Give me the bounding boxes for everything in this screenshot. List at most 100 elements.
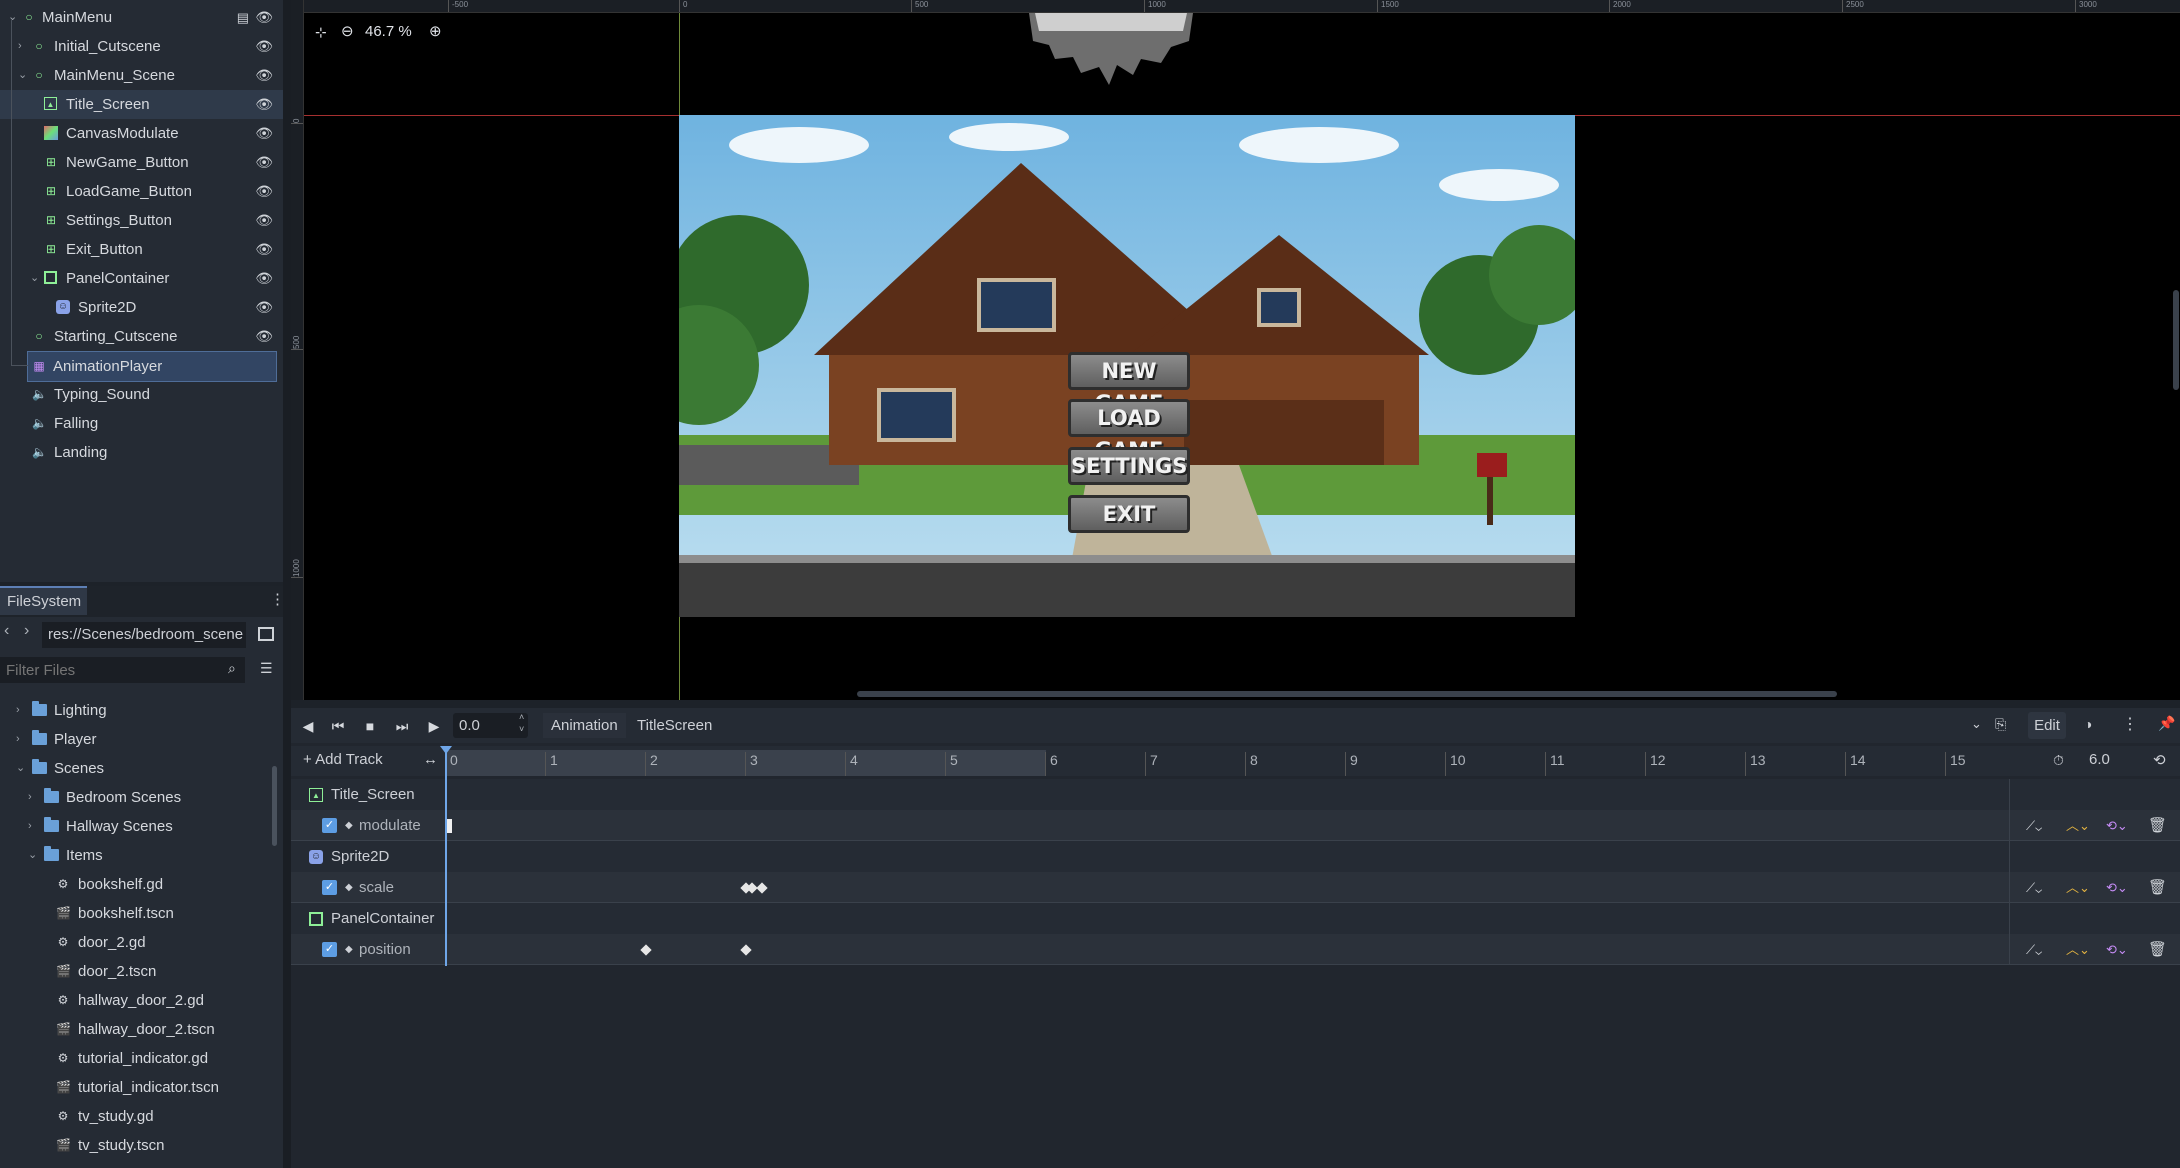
tree-item-typing-sound[interactable]: 🔈 Typing_Sound bbox=[0, 380, 283, 409]
tree-item-settings-button[interactable]: ⊞ Settings_Button 👁 bbox=[0, 206, 283, 235]
track-enabled-checkbox[interactable]: ✓ bbox=[322, 880, 337, 895]
loop-wrap-icon[interactable]: ⟲⌄ bbox=[2106, 810, 2128, 841]
sort-icon[interactable]: ☰ bbox=[260, 660, 273, 677]
interpolation-icon[interactable]: ⟋⌄ bbox=[2026, 810, 2042, 841]
panel-splitter[interactable] bbox=[283, 0, 291, 1168]
forward-arrow-icon[interactable]: › bbox=[24, 622, 29, 640]
tree-item-panel-container[interactable]: ⌄ PanelContainer 👁 bbox=[0, 264, 283, 293]
tree-item-loadgame-button[interactable]: ⊞ LoadGame_Button 👁 bbox=[0, 177, 283, 206]
fs-folder-scenes[interactable]: ⌄ Scenes bbox=[0, 754, 270, 783]
visibility-eye-icon[interactable]: 👁 bbox=[255, 293, 273, 322]
new-game-button[interactable]: NEW GAME bbox=[1068, 352, 1190, 415]
zoom-out-icon[interactable]: ⊖ bbox=[341, 18, 354, 46]
split-view-icon[interactable] bbox=[258, 627, 274, 641]
track-group-title-screen[interactable]: ▲ Title_Screen bbox=[291, 779, 2180, 810]
edit-button[interactable]: Edit bbox=[2028, 712, 2066, 739]
fs-folder-bedroom-scenes[interactable]: › Bedroom Scenes bbox=[0, 783, 270, 812]
fs-folder-lighting[interactable]: › Lighting bbox=[0, 696, 270, 725]
visibility-eye-icon[interactable]: 👁 bbox=[255, 177, 273, 206]
tree-item-mainmenu[interactable]: ⌄ ○ MainMenu ▤ 👁 bbox=[0, 3, 283, 32]
kebab-menu-icon[interactable]: ⋮ bbox=[270, 590, 285, 608]
tree-item-canvas-modulate[interactable]: CanvasModulate 👁 bbox=[0, 119, 283, 148]
chevron-right-icon[interactable]: › bbox=[18, 32, 22, 61]
tree-item-falling[interactable]: 🔈 Falling bbox=[0, 409, 283, 438]
script-icon[interactable]: ▤ bbox=[237, 3, 249, 32]
viewport-scrollbar-vertical[interactable] bbox=[2173, 290, 2179, 390]
play-backwards-icon[interactable]: ◀ bbox=[297, 715, 319, 737]
autoplay-icon[interactable]: ⎘ bbox=[1995, 716, 2006, 733]
keyframe[interactable] bbox=[640, 944, 652, 956]
interpolation-icon[interactable]: ⟋⌄ bbox=[2026, 934, 2042, 965]
fs-file[interactable]: ⚙ tutorial_indicator.gd bbox=[0, 1044, 270, 1073]
back-arrow-icon[interactable]: ‹ bbox=[4, 622, 9, 640]
play-backwards-from-end-icon[interactable]: ⏮ bbox=[327, 715, 349, 737]
fs-folder-player[interactable]: › Player bbox=[0, 725, 270, 754]
fs-file[interactable]: 🎬 tv_study.tscn bbox=[0, 1131, 270, 1160]
fs-file[interactable]: ⚙ hallway_door_2.gd bbox=[0, 986, 270, 1015]
update-mode-icon[interactable]: ︿⌄ bbox=[2066, 810, 2090, 841]
animation-length-field[interactable]: 6.0 bbox=[2089, 751, 2110, 768]
timeline-ruler[interactable]: 0 1 2 3 4 5 6 7 8 9 10 11 12 13 14 15 bbox=[445, 746, 2010, 776]
visibility-eye-icon[interactable]: 👁 bbox=[255, 235, 273, 264]
tree-item-sprite2d[interactable]: ☺ Sprite2D 👁 bbox=[0, 293, 283, 322]
stop-icon[interactable]: ■ bbox=[359, 715, 381, 737]
chevron-right-icon[interactable]: › bbox=[28, 783, 32, 812]
chevron-down-icon[interactable]: ⌄ bbox=[28, 841, 37, 870]
path-field[interactable]: res://Scenes/bedroom_scene bbox=[42, 622, 246, 648]
interpolation-icon[interactable]: ⟋⌄ bbox=[2026, 872, 2042, 903]
track-row-scale[interactable]: ✓ ◆ scale ⟋⌄ ︿⌄ ⟲⌄ 🗑 bbox=[291, 872, 2180, 903]
loop-wrap-icon[interactable]: ⟲⌄ bbox=[2106, 934, 2128, 965]
visibility-eye-icon[interactable]: 👁 bbox=[255, 119, 273, 148]
animation-menu-button[interactable]: Animation bbox=[543, 713, 626, 738]
zoom-in-icon[interactable]: ⊕ bbox=[429, 18, 442, 46]
add-track-button[interactable]: + Add Track bbox=[303, 751, 383, 768]
fs-folder-hallway-scenes[interactable]: › Hallway Scenes bbox=[0, 812, 270, 841]
chevron-down-icon[interactable]: ⌄ bbox=[30, 264, 39, 293]
keyframe[interactable] bbox=[756, 882, 768, 894]
canvas-viewport[interactable]: -500 0 500 1000 1500 2000 2500 3000 0 50… bbox=[291, 0, 2180, 700]
play-icon[interactable]: ▶ bbox=[423, 715, 445, 737]
tree-item-title-screen[interactable]: ▲ Title_Screen 👁 bbox=[0, 90, 283, 119]
tree-item-initial-cutscene[interactable]: › ○ Initial_Cutscene 👁 bbox=[0, 32, 283, 61]
loop-wrap-icon[interactable]: ⟲⌄ bbox=[2106, 872, 2128, 903]
fs-file[interactable]: 🎬 tutorial_indicator.tscn bbox=[0, 1073, 270, 1102]
fs-file[interactable]: ⚙ door_2.gd bbox=[0, 928, 270, 957]
fs-file[interactable]: ⚙ tv_study.gd bbox=[0, 1102, 270, 1131]
trash-icon[interactable]: 🗑 bbox=[2148, 934, 2167, 965]
filter-files-input[interactable] bbox=[0, 657, 245, 683]
trash-icon[interactable]: 🗑 bbox=[2148, 810, 2167, 841]
visibility-eye-icon[interactable]: 👁 bbox=[255, 61, 273, 90]
zoom-fit-icon[interactable]: ↔ bbox=[423, 751, 438, 768]
fs-file[interactable]: 🎬 door_2.tscn bbox=[0, 957, 270, 986]
zoom-level[interactable]: 46.7 % bbox=[365, 18, 412, 46]
playhead[interactable] bbox=[445, 746, 447, 966]
settings-button[interactable]: SETTINGS bbox=[1068, 447, 1190, 485]
center-view-icon[interactable]: ⊹ bbox=[315, 18, 327, 46]
tree-item-exit-button[interactable]: ⊞ Exit_Button 👁 bbox=[0, 235, 283, 264]
chevron-right-icon[interactable]: › bbox=[16, 725, 20, 754]
tree-item-starting-cutscene[interactable]: ○ Starting_Cutscene 👁 bbox=[0, 322, 283, 351]
fs-file[interactable]: 🎬 hallway_door_2.tscn bbox=[0, 1015, 270, 1044]
loop-icon[interactable]: ⟲ bbox=[2153, 751, 2166, 769]
tree-item-landing[interactable]: 🔈 Landing bbox=[0, 438, 283, 467]
track-enabled-checkbox[interactable]: ✓ bbox=[322, 942, 337, 957]
kebab-menu-icon[interactable]: ⋮ bbox=[2122, 714, 2138, 734]
chevron-right-icon[interactable]: › bbox=[16, 696, 20, 725]
exit-button[interactable]: EXIT bbox=[1068, 495, 1190, 533]
fs-scrollbar[interactable] bbox=[272, 766, 277, 846]
chevron-down-icon[interactable]: ⌄ bbox=[1971, 716, 1982, 732]
chevron-down-icon[interactable]: ⌄ bbox=[18, 61, 27, 90]
trash-icon[interactable]: 🗑 bbox=[2148, 872, 2167, 903]
onion-skin-icon[interactable]: ◑ bbox=[2084, 716, 2092, 732]
update-mode-icon[interactable]: ︿⌄ bbox=[2066, 934, 2090, 965]
playhead-handle[interactable] bbox=[440, 746, 452, 754]
visibility-eye-icon[interactable]: 👁 bbox=[255, 148, 273, 177]
track-row-modulate[interactable]: ✓ ◆ modulate ⟋⌄ ︿⌄ ⟲⌄ 🗑 bbox=[291, 810, 2180, 841]
visibility-eye-icon[interactable]: 👁 bbox=[255, 90, 273, 119]
animation-selector[interactable]: TitleScreen bbox=[629, 713, 1989, 738]
update-mode-icon[interactable]: ︿⌄ bbox=[2066, 872, 2090, 903]
tree-item-animation-player[interactable]: ▦ AnimationPlayer bbox=[27, 351, 277, 382]
pin-icon[interactable]: 📌 bbox=[2158, 715, 2175, 732]
visibility-eye-icon[interactable]: 👁 bbox=[255, 32, 273, 61]
visibility-eye-icon[interactable]: 👁 bbox=[255, 264, 273, 293]
